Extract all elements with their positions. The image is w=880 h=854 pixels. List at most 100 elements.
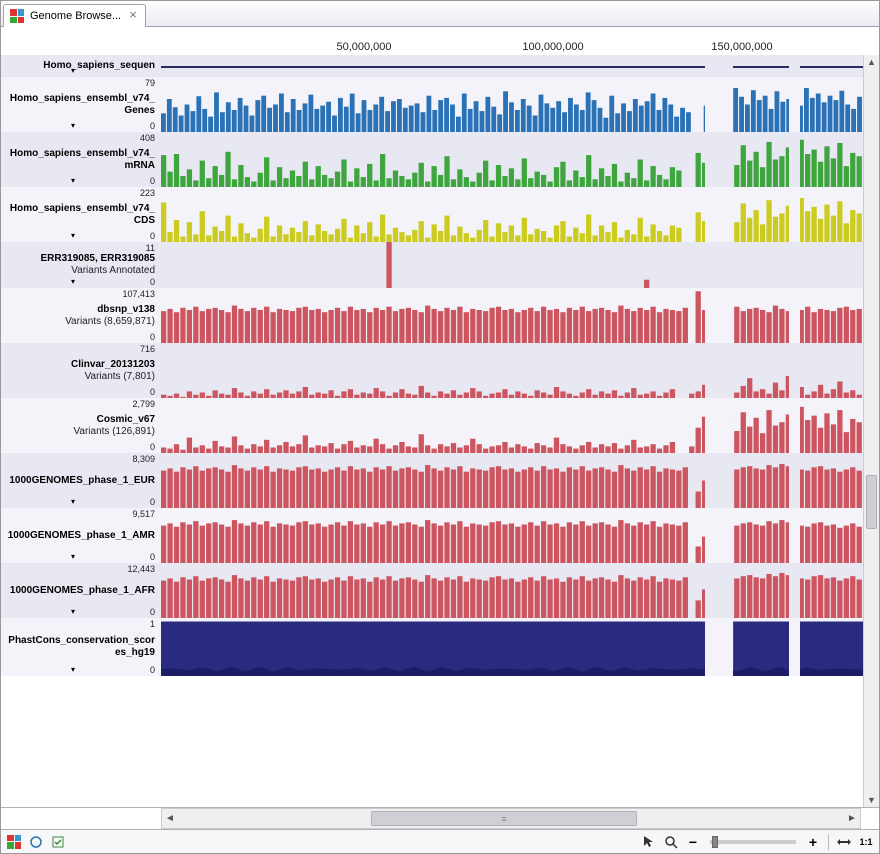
histogram [161, 453, 863, 508]
gap-region [789, 77, 800, 132]
track-canvas[interactable] [161, 242, 863, 288]
vertical-scrollbar[interactable]: ▲ ▼ [863, 55, 879, 807]
track-phast[interactable]: PhastCons_conservation_scores_hg1910▾ [1, 618, 863, 676]
expand-icon[interactable]: ▾ [71, 607, 75, 616]
scroll-up-icon[interactable]: ▲ [864, 55, 879, 69]
gap-region [705, 453, 733, 508]
track-label[interactable]: Homo_sapiens_sequen▾ [1, 55, 161, 77]
track-cds[interactable]: Homo_sapiens_ensembl_v74_CDS2230▾ [1, 187, 863, 242]
track-label[interactable]: Cosmic_v67Variants (126,891)2,7990 [1, 398, 161, 453]
ruler-tick: 50,000,000 [336, 41, 391, 53]
expand-icon[interactable]: ▾ [71, 231, 75, 240]
tab-genome-browser[interactable]: Genome Browse... × [3, 4, 146, 27]
expand-icon[interactable]: ▾ [71, 66, 75, 75]
track-mrna[interactable]: Homo_sapiens_ensembl_v74_mRNA4080▾ [1, 132, 863, 187]
track-label[interactable]: Homo_sapiens_ensembl_v74_Genes790▾ [1, 77, 161, 132]
track-label[interactable]: Homo_sapiens_ensembl_v74_CDS2230▾ [1, 187, 161, 242]
histogram [161, 343, 863, 398]
scroll-left-icon[interactable]: ◄ [162, 813, 178, 824]
gap-region [705, 187, 733, 242]
track-title: PhastCons_conservation_scores_hg19 [3, 635, 155, 659]
scale-zero: 0 [150, 332, 155, 342]
tab-title: Genome Browse... [30, 10, 121, 22]
track-canvas[interactable] [161, 343, 863, 398]
expand-icon[interactable]: ▾ [71, 552, 75, 561]
expand-icon[interactable]: ▾ [71, 665, 75, 674]
zoom-icon[interactable] [662, 833, 680, 851]
gap-region [705, 132, 733, 187]
track-label[interactable]: dbsnp_v138Variants (8,659,871)107,4130 [1, 288, 161, 343]
expand-icon[interactable]: ▾ [71, 176, 75, 185]
track-label[interactable]: Clinvar_20131203Variants (7,801)7160 [1, 343, 161, 398]
track-canvas[interactable] [161, 55, 863, 77]
gap-region [789, 453, 800, 508]
track-seq[interactable]: Homo_sapiens_sequen▾ [1, 55, 863, 77]
one-to-one-icon[interactable]: 1:1 [857, 833, 875, 851]
checklist-icon[interactable] [49, 833, 67, 851]
gap-region [789, 242, 800, 288]
track-clinvar[interactable]: Clinvar_20131203Variants (7,801)7160 [1, 343, 863, 398]
histogram [161, 242, 863, 288]
track-label[interactable]: 1000GENOMES_phase_1_AMR9,5170▾ [1, 508, 161, 563]
close-icon[interactable]: × [127, 10, 139, 22]
coordinate-ruler[interactable]: 50,000,000100,000,000150,000,000 [161, 27, 861, 55]
track-canvas[interactable] [161, 563, 863, 618]
track-canvas[interactable] [161, 508, 863, 563]
zoom-slider[interactable] [710, 840, 796, 844]
pointer-icon[interactable] [640, 833, 658, 851]
track-subtitle: Variants (126,891) [3, 426, 155, 438]
track-cosmic[interactable]: Cosmic_v67Variants (126,891)2,7990 [1, 398, 863, 453]
histogram [161, 77, 863, 132]
gap-region [705, 563, 733, 618]
track-canvas[interactable] [161, 398, 863, 453]
scroll-down-icon[interactable]: ▼ [864, 793, 879, 807]
track-subtitle: Variants (7,801) [3, 371, 155, 383]
horizontal-scrollbar[interactable]: ◄ ≡ ► [161, 808, 861, 829]
track-label[interactable]: ERR319085, ERR319085Variants Annotated11… [1, 242, 161, 288]
track-err[interactable]: ERR319085, ERR319085Variants Annotated11… [1, 242, 863, 288]
track-title: Homo_sapiens_ensembl_v74_mRNA [3, 148, 155, 172]
tracks-container: Homo_sapiens_sequen▾Homo_sapiens_ensembl… [1, 55, 863, 807]
track-canvas[interactable] [161, 77, 863, 132]
track-amr[interactable]: 1000GENOMES_phase_1_AMR9,5170▾ [1, 508, 863, 563]
track-canvas[interactable] [161, 453, 863, 508]
horizontal-scroll-thumb[interactable]: ≡ [371, 811, 636, 826]
fit-width-icon[interactable] [835, 833, 853, 851]
track-canvas[interactable] [161, 132, 863, 187]
track-title: Clinvar_20131203 [3, 359, 155, 371]
scale-zero: 0 [150, 552, 155, 562]
track-label[interactable]: Homo_sapiens_ensembl_v74_mRNA4080▾ [1, 132, 161, 187]
track-afr[interactable]: 1000GENOMES_phase_1_AFR12,4430▾ [1, 563, 863, 618]
track-canvas[interactable] [161, 288, 863, 343]
gap-region [789, 618, 800, 676]
track-title: Homo_sapiens_ensembl_v74_Genes [3, 93, 155, 117]
track-label[interactable]: 1000GENOMES_phase_1_AFR12,4430▾ [1, 563, 161, 618]
gap-region [789, 187, 800, 242]
zoom-slider-knob[interactable] [712, 836, 718, 848]
track-eur[interactable]: 1000GENOMES_phase_1_EUR8,3090▾ [1, 453, 863, 508]
gap-region [789, 563, 800, 618]
app-icon[interactable] [5, 833, 23, 851]
zoom-out-button[interactable]: − [684, 833, 702, 851]
ruler-tick: 150,000,000 [711, 41, 772, 53]
gap-region [705, 508, 733, 563]
snapshot-icon[interactable] [27, 833, 45, 851]
viewport: 50,000,000100,000,000150,000,000 Homo_sa… [1, 27, 879, 829]
expand-icon[interactable]: ▾ [71, 497, 75, 506]
vertical-scroll-thumb[interactable] [866, 475, 877, 529]
gap-region [705, 288, 733, 343]
histogram [161, 288, 863, 343]
track-dbsnp[interactable]: dbsnp_v138Variants (8,659,871)107,4130 [1, 288, 863, 343]
gap-region [789, 343, 800, 398]
track-genes[interactable]: Homo_sapiens_ensembl_v74_Genes790▾ [1, 77, 863, 132]
expand-icon[interactable]: ▾ [71, 277, 75, 286]
zoom-in-button[interactable]: + [804, 833, 822, 851]
track-title: Homo_sapiens_ensembl_v74_CDS [3, 203, 155, 227]
scroll-right-icon[interactable]: ► [844, 813, 860, 824]
expand-icon[interactable]: ▾ [71, 121, 75, 130]
track-canvas[interactable] [161, 187, 863, 242]
track-label[interactable]: PhastCons_conservation_scores_hg1910▾ [1, 618, 161, 676]
track-label[interactable]: 1000GENOMES_phase_1_EUR8,3090▾ [1, 453, 161, 508]
scale-max: 408 [140, 133, 155, 143]
track-canvas[interactable] [161, 618, 863, 676]
